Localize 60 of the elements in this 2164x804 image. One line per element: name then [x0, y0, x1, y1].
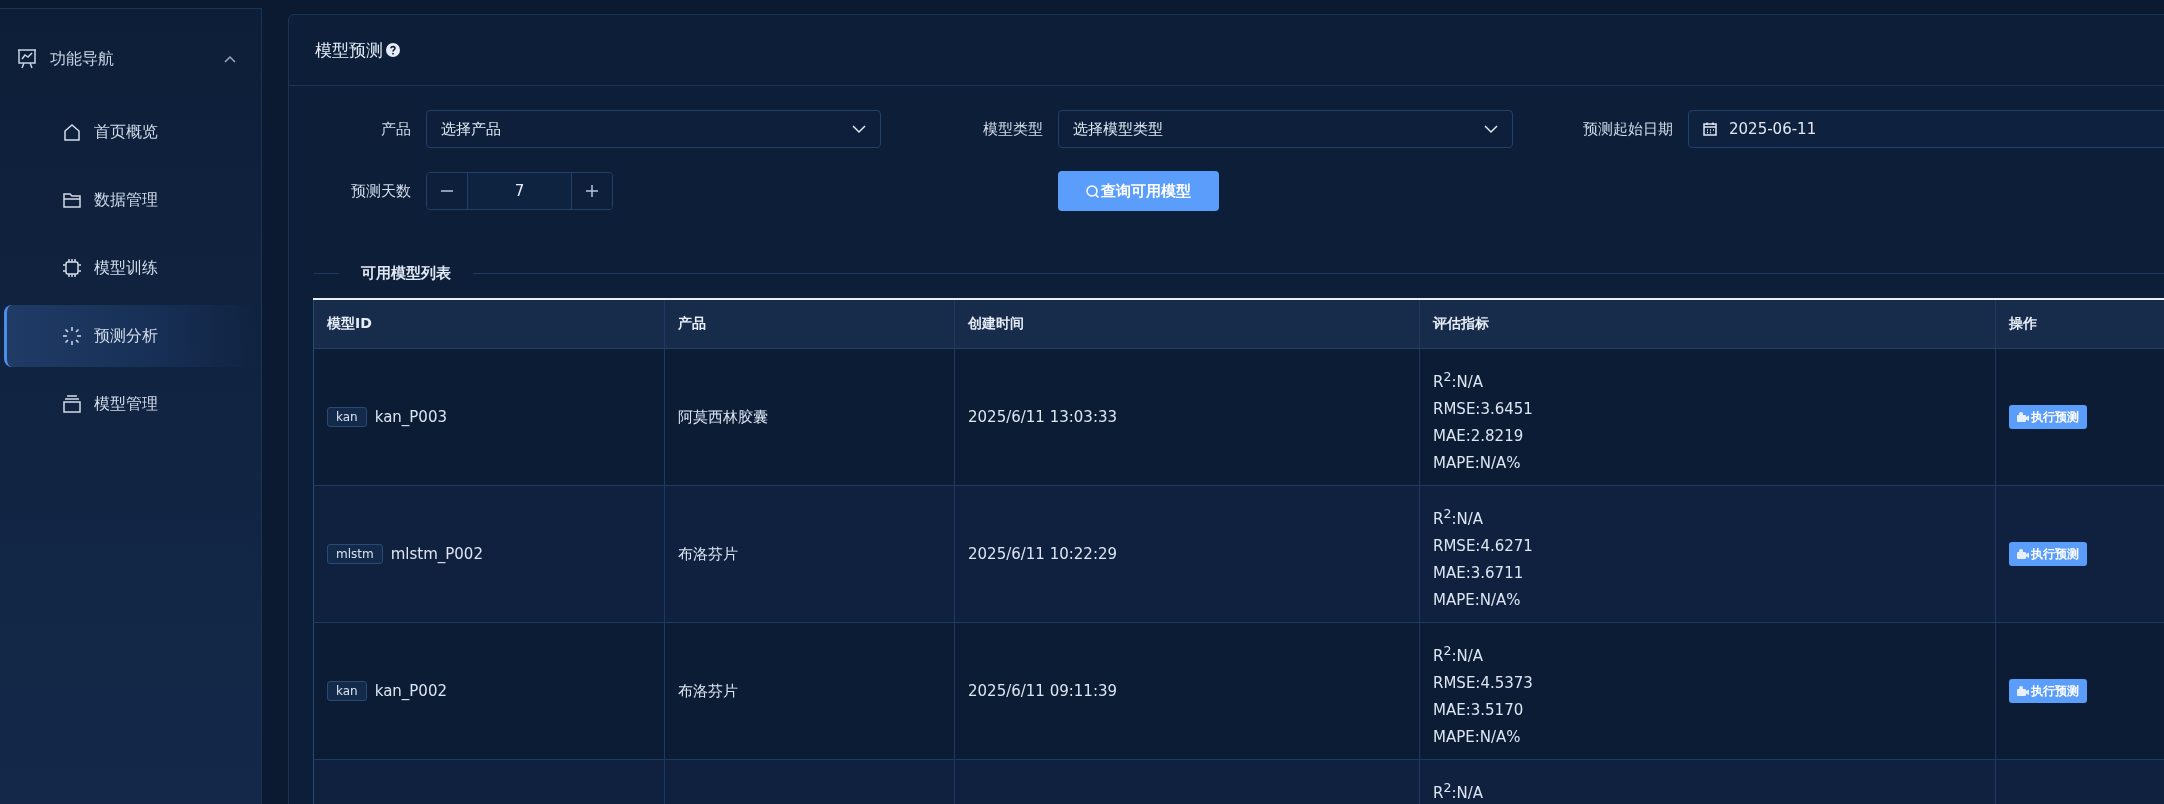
- model-type-tag: kan: [327, 681, 367, 701]
- metric-text: MAE:3.6711: [1433, 563, 1525, 584]
- column-header: 产品: [664, 299, 955, 349]
- metric-text: R$^{2}$:N/A: [1433, 505, 1484, 530]
- product-select[interactable]: 选择产品: [426, 110, 881, 148]
- calendar-icon: [1703, 122, 1717, 136]
- camera-icon: [2017, 412, 2029, 422]
- nav-item[interactable]: 模型训练: [4, 237, 261, 299]
- table-cell: 2025/6/11 10:22:29: [968, 545, 1118, 563]
- column-header: 模型ID: [313, 299, 665, 349]
- metric-text: RMSE:4.6271: [1433, 536, 1534, 557]
- sparkle-icon: [62, 326, 82, 346]
- camera-icon: [2017, 549, 2029, 559]
- camera-icon: [2017, 686, 2029, 696]
- field-label: 产品: [380, 119, 412, 139]
- nav-item[interactable]: 数据管理: [4, 169, 261, 231]
- table-cell: 2025/6/11 13:03:33: [968, 408, 1118, 426]
- nav-group-title[interactable]: 功能导航: [50, 48, 223, 70]
- chevron-down-icon: [852, 124, 866, 134]
- metric-text: R$^{2}$:N/A: [1433, 779, 1484, 804]
- table-cell: 阿莫西林胶囊: [678, 407, 768, 426]
- table-cell: 布洛芬片: [678, 681, 738, 700]
- number-input[interactable]: 7: [467, 173, 572, 209]
- table-cell: 2025/6/11 09:11:39: [968, 682, 1118, 700]
- metric-text: MAPE:N/A%: [1433, 590, 1522, 611]
- metric-text: R$^{2}$:N/A: [1433, 642, 1484, 667]
- section-title: 可用模型列表: [360, 263, 452, 283]
- chevron-down-icon: [1484, 124, 1498, 134]
- metric-text: R$^{2}$:N/A: [1433, 368, 1484, 393]
- field-label: 模型类型: [982, 119, 1044, 139]
- metric-text: MAE:3.5170: [1433, 700, 1525, 721]
- table-cell: kan_P002: [374, 682, 447, 700]
- chip-icon: [62, 258, 82, 278]
- metric-text: RMSE:4.5373: [1433, 673, 1534, 694]
- model-type-select[interactable]: 选择模型类型: [1058, 110, 1513, 148]
- field-label: 预测起始日期: [1582, 119, 1674, 139]
- help-icon: [386, 43, 400, 57]
- table-cell: 布洛芬片: [678, 544, 738, 563]
- metric-text: MAPE:N/A%: [1433, 727, 1522, 748]
- search-icon: [1086, 184, 1099, 198]
- field-label: 预测天数: [350, 181, 412, 201]
- house-icon: [62, 122, 82, 142]
- presentation-icon: [16, 48, 38, 70]
- column-header: 评估指标: [1419, 299, 1996, 349]
- plus-icon: [586, 185, 598, 197]
- model-type-tag: mlstm: [327, 544, 383, 564]
- tray-icon: [62, 394, 82, 414]
- column-header: 操作: [1995, 299, 2164, 349]
- folder-icon: [62, 190, 82, 210]
- nav-item[interactable]: 首页概览: [4, 101, 261, 163]
- metric-text: MAPE:N/A%: [1433, 453, 1522, 474]
- panel-title: 模型预测: [315, 38, 383, 62]
- metric-text: RMSE:3.6451: [1433, 399, 1534, 420]
- column-header: 创建时间: [954, 299, 1420, 349]
- date-field[interactable]: 2025-06-11: [1688, 110, 2164, 148]
- model-type-tag: kan: [327, 407, 367, 427]
- table-cell: kan_P003: [374, 408, 447, 426]
- nav-item[interactable]: 模型管理: [4, 373, 261, 435]
- metric-text: MAE:2.8219: [1433, 426, 1525, 447]
- table-cell: mlstm_P002: [390, 545, 483, 563]
